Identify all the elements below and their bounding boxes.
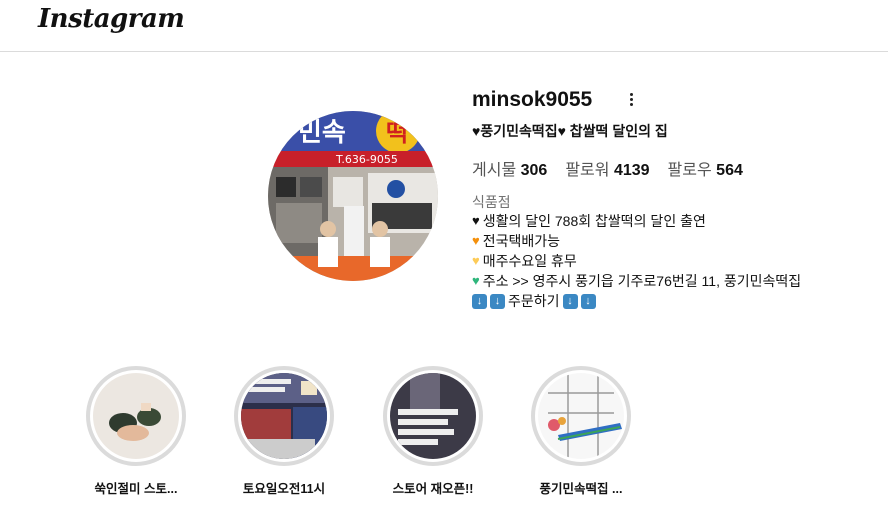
highlight-cover xyxy=(93,373,179,459)
top-navigation-bar: Instagram xyxy=(0,0,888,52)
following-value: 564 xyxy=(716,162,743,179)
posts-count[interactable]: 게시물 306 xyxy=(472,156,547,180)
following-count[interactable]: 팔로우 564 xyxy=(668,156,743,180)
profile-stats: 게시물 306 팔로워 4139 팔로우 564 xyxy=(472,156,743,180)
bio-line: ♥ 생활의 달인 788회 찹쌀떡의 달인 출연 xyxy=(472,211,801,231)
down-arrow-icon: ↓ xyxy=(490,293,505,309)
highlight-cover-ring xyxy=(86,366,186,466)
bio-text: 주문하기 xyxy=(508,293,560,309)
followers-value: 4139 xyxy=(613,162,650,179)
down-arrow-icon: ↓ xyxy=(472,293,487,309)
bio-text: 생활의 달인 788회 찹쌀떡의 달인 출연 xyxy=(482,213,706,229)
black-heart-icon: ♥ xyxy=(472,213,480,228)
bio-text: 주소 >> 영주시 풍기읍 기주로76번길 11, 풍기민속떡집 xyxy=(482,273,802,289)
highlight-cover-ring xyxy=(383,366,483,466)
followers-label: 팔로워 xyxy=(565,162,610,179)
bio-text: 매주수요일 휴무 xyxy=(482,253,577,269)
profile-avatar[interactable]: 민속 떡 T.636-9055 xyxy=(268,111,438,281)
down-arrow-icon: ↓ xyxy=(562,293,578,309)
avatar-sign-phone: T.636-9055 xyxy=(335,153,398,166)
avatar-sign-badge: 떡 xyxy=(386,119,408,147)
story-highlight[interactable]: 토요일오전11시 xyxy=(232,366,336,497)
bio-line: ↓ ↓ 주문하기 ↓ ↓ xyxy=(472,291,801,311)
profile-category: 식품점 xyxy=(472,194,511,210)
highlight-cover-ring xyxy=(531,366,631,466)
highlight-label: 스토어 재오픈!! xyxy=(392,482,474,496)
yellow-heart-icon: ♥ xyxy=(472,253,480,268)
down-arrow-icon: ↓ xyxy=(580,293,596,309)
orange-heart-icon: ♥ xyxy=(472,233,480,248)
followers-count[interactable]: 팔로워 4139 xyxy=(565,156,649,180)
profile-username: minsok9055 xyxy=(472,88,593,111)
bio-text: 전국택배가능 xyxy=(482,233,560,249)
more-options-icon[interactable] xyxy=(622,88,640,110)
instagram-logo[interactable]: Instagram xyxy=(38,4,185,34)
avatar-sign-title: 민속 xyxy=(298,118,346,148)
highlight-cover-ring xyxy=(234,366,334,466)
posts-value: 306 xyxy=(520,162,548,179)
profile-bio: ♥ 생활의 달인 788회 찹쌀떡의 달인 출연 ♥ 전국택배가능 ♥ 매주수요… xyxy=(472,211,801,311)
highlight-label: 쑥인절미 스토... xyxy=(94,482,178,496)
highlight-label: 풍기민속떡집 ... xyxy=(539,482,623,496)
story-highlight[interactable]: 스토어 재오픈!! xyxy=(381,366,485,497)
bio-line: ♥ 전국택배가능 xyxy=(472,231,801,251)
highlight-cover xyxy=(241,373,327,459)
bio-line: ♥ 매주수요일 휴무 xyxy=(472,251,801,271)
story-highlight[interactable]: 쑥인절미 스토... xyxy=(84,366,188,497)
avatar-photo: 민속 떡 T.636-9055 xyxy=(268,111,438,281)
highlight-cover xyxy=(538,373,624,459)
highlight-cover xyxy=(390,373,476,459)
following-label: 팔로우 xyxy=(667,162,712,179)
green-heart-icon: ♥ xyxy=(472,273,480,288)
posts-label: 게시물 xyxy=(472,162,517,179)
bio-line: ♥ 주소 >> 영주시 풍기읍 기주로76번길 11, 풍기민속떡집 xyxy=(472,271,801,291)
story-highlight[interactable]: 풍기민속떡집 ... xyxy=(529,366,633,497)
highlight-label: 토요일오전11시 xyxy=(242,482,326,496)
profile-display-name: ♥풍기민속떡집♥ 찹쌀떡 달인의 집 xyxy=(472,123,668,139)
